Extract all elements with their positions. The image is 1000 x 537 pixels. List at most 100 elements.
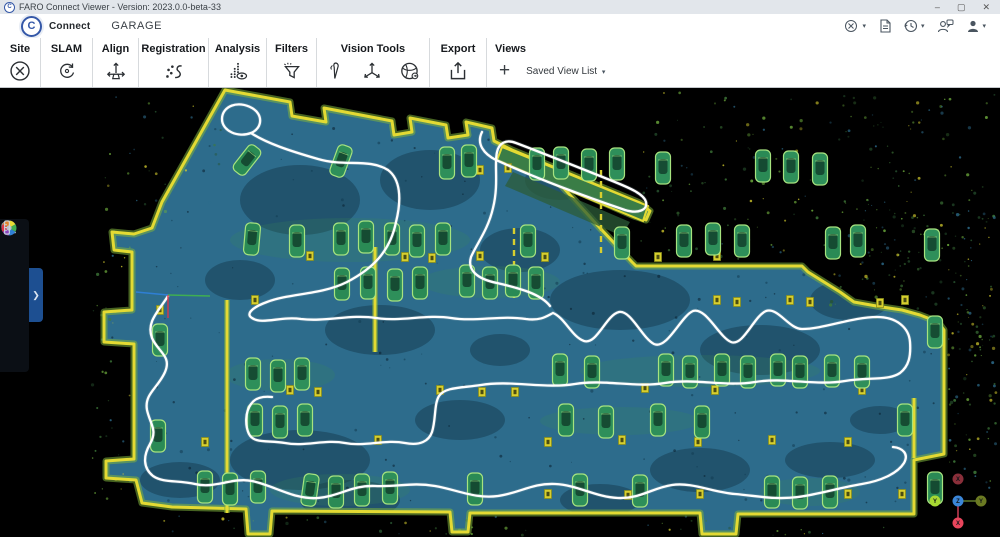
car-pointcloud <box>436 223 451 255</box>
ribbon-group-site: Site <box>0 38 41 87</box>
car-pointcloud <box>656 152 671 184</box>
svg-text:X: X <box>956 477 960 483</box>
user-menu-button[interactable]: ▾ <box>967 19 986 33</box>
app-window: C FARO Connect Viewer - Version: 2023.0.… <box>0 0 1000 537</box>
ribbon-group-analysis: Analysis <box>209 38 267 87</box>
car-pointcloud <box>706 223 721 255</box>
svg-text:Y: Y <box>933 499 937 505</box>
point-density-icon[interactable] <box>6 307 24 325</box>
car-pointcloud <box>388 269 403 301</box>
group-label: Views <box>487 43 526 55</box>
ribbon-group-slam: SLAM <box>41 38 93 87</box>
view-tools-panel <box>0 219 29 372</box>
caret-down-icon: ▾ <box>862 22 866 30</box>
analysis-button[interactable] <box>226 59 250 83</box>
car-pointcloud <box>813 153 828 185</box>
car-pointcloud <box>651 404 666 436</box>
car-pointcloud <box>599 406 614 438</box>
car-pointcloud <box>273 406 288 438</box>
ribbon-group-export: Export <box>430 38 487 87</box>
window-title: FARO Connect Viewer - Version: 2023.0.0-… <box>19 2 221 12</box>
car-pointcloud <box>765 476 780 508</box>
viewport[interactable]: XXYYZ ❯ <box>0 88 1000 537</box>
svg-text:X: X <box>956 521 960 527</box>
car-pointcloud <box>468 473 483 505</box>
car-pointcloud <box>223 473 238 505</box>
group-label: SLAM <box>51 43 82 55</box>
car-pointcloud <box>610 148 625 180</box>
shading-sphere-icon[interactable] <box>6 266 24 284</box>
ribbon: Site SLAM Align Registration Analysis <box>0 38 1000 88</box>
titlebar: C FARO Connect Viewer - Version: 2023.0.… <box>0 0 1000 14</box>
document-tab[interactable]: GARAGE <box>111 20 162 32</box>
grid-icon[interactable] <box>6 245 24 263</box>
vision-globe-button[interactable] <box>398 59 422 83</box>
car-pointcloud <box>410 225 425 257</box>
svg-text:Z: Z <box>956 499 960 505</box>
car-pointcloud <box>271 360 286 392</box>
pointcloud-canvas[interactable]: XXYYZ <box>0 88 1000 537</box>
car-pointcloud <box>506 265 521 297</box>
slam-button[interactable] <box>56 60 78 82</box>
caret-down-icon: ▾ <box>602 69 606 76</box>
car-pointcloud <box>559 404 574 436</box>
car-pointcloud <box>462 145 477 177</box>
car-pointcloud <box>251 471 266 503</box>
car-pointcloud <box>925 229 940 261</box>
car-pointcloud <box>553 354 568 386</box>
car-pointcloud <box>440 147 455 179</box>
car-pointcloud <box>826 227 841 259</box>
car-pointcloud <box>735 225 750 257</box>
connect-logo-icon: C <box>21 16 42 37</box>
connect-logo-text: Connect <box>49 21 90 32</box>
car-pointcloud <box>334 223 349 255</box>
car-pointcloud <box>246 358 261 390</box>
history-menu-button[interactable]: ▾ <box>904 19 925 33</box>
group-label: Registration <box>141 43 205 55</box>
car-pointcloud <box>355 474 370 506</box>
ribbon-group-registration: Registration <box>139 38 209 87</box>
car-pointcloud <box>793 477 808 509</box>
car-pointcloud <box>243 222 261 255</box>
add-view-button[interactable]: + <box>499 61 510 81</box>
contact-support-button[interactable] <box>937 19 954 33</box>
group-label: Export <box>441 43 476 55</box>
registration-button[interactable] <box>162 59 186 83</box>
filters-button[interactable] <box>280 59 304 83</box>
saved-view-list-dropdown[interactable]: Saved View List ▾ <box>526 66 605 77</box>
export-button[interactable] <box>446 59 470 83</box>
close-button[interactable]: ✕ <box>982 0 990 14</box>
site-button[interactable] <box>8 59 32 83</box>
car-pointcloud <box>784 151 799 183</box>
target-menu-button[interactable]: ▾ <box>844 19 866 33</box>
car-pointcloud <box>298 404 313 436</box>
measure-ruler-icon[interactable] <box>6 349 24 367</box>
car-pointcloud <box>615 227 630 259</box>
minimize-button[interactable]: – <box>935 0 940 14</box>
group-label: Vision Tools <box>341 43 405 55</box>
color-wheel-icon[interactable] <box>6 328 24 346</box>
group-label: Filters <box>275 43 308 55</box>
car-pointcloud <box>633 475 648 507</box>
group-label: Align <box>102 43 130 55</box>
car-pointcloud <box>413 267 428 299</box>
car-pointcloud <box>290 225 305 257</box>
maximize-button[interactable]: ▢ <box>957 0 966 14</box>
car-pointcloud <box>695 406 710 438</box>
vision-axes-button[interactable] <box>360 59 384 83</box>
vision-pin-button[interactable] <box>324 60 346 82</box>
appbar: C Connect GARAGE ▾ ▾ ▾ <box>0 14 1000 38</box>
report-button[interactable] <box>879 19 891 33</box>
car-pointcloud <box>855 356 870 388</box>
align-button[interactable] <box>104 59 128 83</box>
car-pointcloud <box>359 221 374 253</box>
ribbon-group-views: Views + Saved View List ▾ <box>487 38 1000 87</box>
car-pointcloud <box>582 149 597 181</box>
brightness-icon[interactable] <box>6 286 24 304</box>
expand-panel-tab[interactable]: ❯ <box>29 268 43 322</box>
app-icon: C <box>4 2 15 13</box>
caret-down-icon: ▾ <box>921 22 925 30</box>
ribbon-group-vision-tools: Vision Tools <box>317 38 430 87</box>
group-label: Site <box>10 43 30 55</box>
group-label: Analysis <box>215 43 260 55</box>
